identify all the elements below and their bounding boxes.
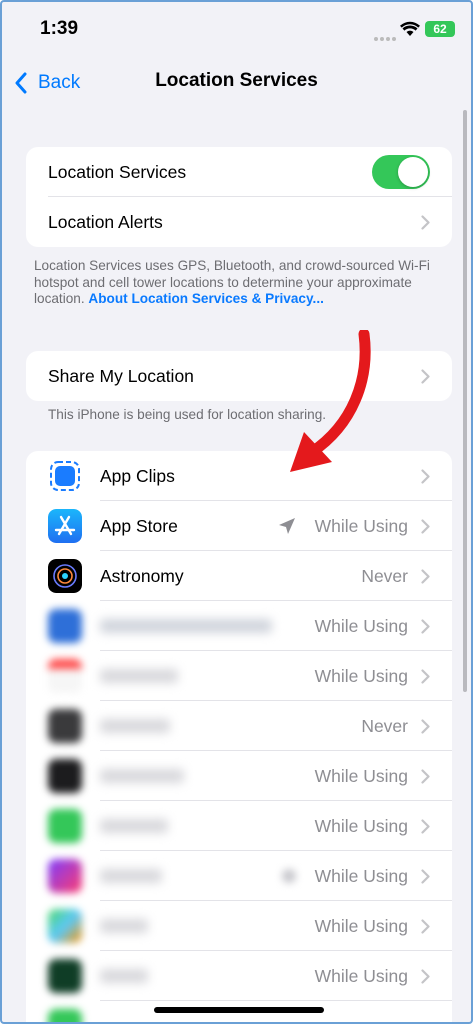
about-privacy-link[interactable]: About Location Services & Privacy... <box>88 291 323 306</box>
chevron-right-icon <box>421 369 430 384</box>
app-icon <box>48 759 82 793</box>
permission-value: While Using <box>314 865 408 886</box>
permission-value: Never <box>361 715 408 736</box>
home-indicator[interactable] <box>154 1007 324 1013</box>
app-name: App Store <box>100 515 178 536</box>
app-row-app-store[interactable]: App Store While Using <box>26 501 452 551</box>
chevron-right-icon <box>421 519 430 534</box>
app-icon <box>48 709 82 743</box>
location-arrow-icon <box>282 869 296 883</box>
permission-value: While Using <box>314 515 408 536</box>
app-icon <box>48 659 82 693</box>
app-icon <box>48 1009 82 1022</box>
location-services-toggle[interactable] <box>372 155 430 189</box>
chevron-right-icon <box>421 869 430 884</box>
chevron-right-icon <box>421 969 430 984</box>
share-my-location-row[interactable]: Share My Location <box>26 351 452 401</box>
status-bar: 1:39 62 <box>2 2 471 58</box>
chevron-right-icon <box>421 619 430 634</box>
app-row-blurred[interactable]: While Using <box>26 851 452 901</box>
location-services-footnote: Location Services uses GPS, Bluetooth, a… <box>34 258 444 308</box>
app-icon <box>48 809 82 843</box>
chevron-right-icon <box>421 469 430 484</box>
app-store-icon <box>48 509 82 543</box>
app-icon <box>48 959 82 993</box>
app-name <box>100 869 162 883</box>
location-services-label: Location Services <box>48 161 187 182</box>
toggle-knob <box>398 157 428 187</box>
permission-value: While Using <box>314 815 408 836</box>
screen: 1:39 62 Back Location Services Location … <box>0 0 473 1024</box>
scrollbar[interactable] <box>463 110 467 692</box>
app-name <box>100 819 168 833</box>
app-name <box>100 719 170 733</box>
permission-value: While Using <box>314 915 408 936</box>
app-row-blurred[interactable]: While Using <box>26 751 452 801</box>
chevron-right-icon <box>421 719 430 734</box>
permission-value: While Using <box>314 765 408 786</box>
location-arrow-icon <box>279 518 295 534</box>
chevron-right-icon <box>421 669 430 684</box>
permission-value: While Using <box>314 615 408 636</box>
share-footnote: This iPhone is being used for location s… <box>48 407 327 422</box>
permission-value: While Using <box>314 965 408 986</box>
permission-value: Never <box>361 565 408 586</box>
app-row-blurred[interactable]: While Using <box>26 951 452 1001</box>
app-row-blurred[interactable]: Never <box>26 701 452 751</box>
permission-value: While Using <box>314 665 408 686</box>
chevron-right-icon <box>421 769 430 784</box>
app-clips-icon <box>48 459 82 493</box>
location-alerts-row[interactable]: Location Alerts <box>26 197 452 247</box>
app-row-blurred[interactable]: While Using <box>26 801 452 851</box>
location-services-group: Location Services Location Alerts <box>26 147 452 247</box>
chevron-right-icon <box>421 569 430 584</box>
signal-dots-icon <box>374 28 398 41</box>
location-alerts-label: Location Alerts <box>48 211 163 232</box>
app-name: App Clips <box>100 465 175 486</box>
apps-group: App Clips App Store While Using Astronom… <box>26 451 452 1022</box>
app-name <box>100 619 272 633</box>
share-location-group: Share My Location <box>26 351 452 401</box>
app-row-blurred[interactable]: While Using <box>26 651 452 701</box>
astronomy-icon <box>48 559 82 593</box>
chevron-right-icon <box>421 819 430 834</box>
app-name <box>100 919 148 933</box>
page-title: Location Services <box>155 70 318 91</box>
location-services-row: Location Services <box>26 147 452 197</box>
app-row-blurred[interactable]: While Using <box>26 601 452 651</box>
app-name <box>100 969 148 983</box>
app-name <box>100 669 178 683</box>
share-my-location-label: Share My Location <box>48 365 194 386</box>
nav-bar: Back Location Services <box>2 58 471 108</box>
status-time: 1:39 <box>40 18 79 39</box>
app-name: Astronomy <box>100 565 184 586</box>
app-row-app-clips[interactable]: App Clips <box>26 451 452 501</box>
app-row-blurred[interactable]: While Using <box>26 901 452 951</box>
app-icon <box>48 859 82 893</box>
app-icon <box>48 609 82 643</box>
chevron-right-icon <box>421 919 430 934</box>
app-row-astronomy[interactable]: Astronomy Never <box>26 551 452 601</box>
battery-icon: 62 <box>425 21 455 37</box>
chevron-right-icon <box>421 215 430 230</box>
wifi-icon <box>400 21 420 36</box>
app-icon <box>48 909 82 943</box>
app-name <box>100 769 184 783</box>
